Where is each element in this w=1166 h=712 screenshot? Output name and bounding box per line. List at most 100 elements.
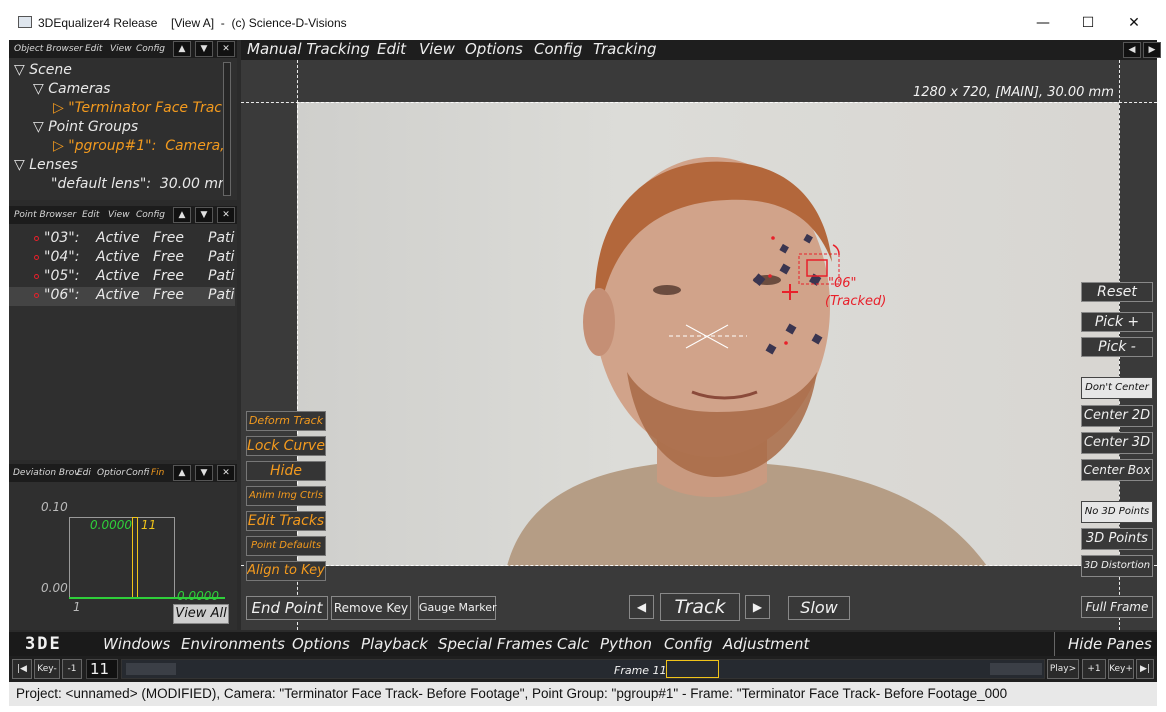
play-button[interactable]: Play> <box>1047 659 1079 679</box>
tree-node-point-groups[interactable]: ▽ Point Groups <box>33 119 138 135</box>
object-browser-scrollbar[interactable] <box>223 62 231 196</box>
menu-options-global[interactable]: Options <box>292 635 350 653</box>
point-status: Active <box>96 268 140 284</box>
track-cross-icon <box>782 284 798 300</box>
gauge-marker-button[interactable]: Gauge Marker <box>418 596 497 620</box>
deviation-menu-options[interactable]: Optior <box>97 468 125 478</box>
last-frame-button[interactable]: ▶| <box>1136 659 1154 679</box>
point-name: "06": <box>44 287 80 303</box>
track-button[interactable]: Track <box>660 593 740 621</box>
app-body: Object Browser Edit View Config ▲ ▼ ✕ ▽ … <box>9 40 1161 706</box>
menu-adjustment[interactable]: Adjustment <box>723 635 809 653</box>
close-button[interactable]: ✕ <box>1111 8 1157 38</box>
point-row[interactable]: "04": Active Free Pati <box>9 249 235 268</box>
point-row[interactable]: "05": Active Free Pati <box>9 268 235 287</box>
remove-key-button[interactable]: Remove Key <box>331 596 411 620</box>
hide-panes-button[interactable]: Hide Panes <box>1068 635 1152 653</box>
point-mode: Free <box>153 287 185 303</box>
point-browser-title: Point Browser <box>14 210 77 220</box>
point-status-label: (Tracked) <box>825 294 887 309</box>
tree-node-cameras[interactable]: ▽ Cameras <box>33 81 110 97</box>
end-point-button[interactable]: End Point <box>246 596 328 620</box>
move-up-icon[interactable]: ▲ <box>173 41 191 57</box>
menu-playback[interactable]: Playback <box>361 635 428 653</box>
point-browser-panel: Point Browser Edit View Config ▲ ▼ ✕ "03… <box>9 206 237 460</box>
point-mode: Free <box>153 230 185 246</box>
deviation-y-bottom: 0.00 <box>41 581 68 595</box>
tree-node-lenses[interactable]: ▽ Lenses <box>14 157 78 173</box>
track-forward-button[interactable]: ▶ <box>745 595 770 619</box>
full-frame-button[interactable]: Full Frame <box>1081 596 1153 618</box>
frame-number-field[interactable]: 11 <box>86 659 118 679</box>
minus-one-button[interactable]: -1 <box>62 659 82 679</box>
plus-one-button[interactable]: +1 <box>1082 659 1106 679</box>
menu-special-frames[interactable]: Special Frames <box>438 635 552 653</box>
center-crosshair-icon <box>669 324 747 349</box>
close-pane-icon[interactable]: ✕ <box>217 465 235 481</box>
move-down-icon[interactable]: ▼ <box>195 207 213 223</box>
dont-center-button[interactable]: Don't Center <box>1081 377 1153 399</box>
timeline-current-frame-marker <box>666 660 719 678</box>
tree-item-pgroup[interactable]: ▷ "pgroup#1": Camera, <box>53 138 223 154</box>
point-browser-header: Point Browser Edit View Config ▲ ▼ ✕ <box>9 206 237 224</box>
deform-track-button[interactable]: Deform Track <box>246 411 326 431</box>
point-browser-menu-config[interactable]: Config <box>136 210 165 220</box>
deviation-menu-edit[interactable]: Edi <box>77 468 91 478</box>
key-prev-button[interactable]: Key- <box>34 659 60 679</box>
viewport-area: Manual Tracking Edit View Options Config… <box>241 40 1161 630</box>
anim-img-ctrls-button[interactable]: Anim Img Ctrls <box>246 486 326 506</box>
object-browser-menu-view[interactable]: View <box>110 44 132 54</box>
move-down-icon[interactable]: ▼ <box>195 41 213 57</box>
pick-plus-button[interactable]: Pick + <box>1081 312 1153 332</box>
reset-button[interactable]: Reset <box>1081 282 1153 302</box>
point-row[interactable]: "03": Active Free Pati <box>9 230 235 249</box>
object-browser-menu-edit[interactable]: Edit <box>85 44 102 54</box>
hide-button[interactable]: Hide <box>246 461 326 481</box>
key-next-button[interactable]: Key+ <box>1108 659 1134 679</box>
lock-curve-button[interactable]: Lock Curve <box>246 436 326 456</box>
center-3d-button[interactable]: Center 3D <box>1081 432 1153 454</box>
menu-calc[interactable]: Calc <box>557 635 589 653</box>
menu-windows[interactable]: Windows <box>103 635 170 653</box>
edit-tracks-button[interactable]: Edit Tracks <box>246 511 326 531</box>
move-up-icon[interactable]: ▲ <box>173 207 191 223</box>
align-to-key-button[interactable]: Align to Key <box>246 561 326 581</box>
tree-item-lens[interactable]: "default lens": 30.00 mm, <box>51 176 223 192</box>
point-list: "03": Active Free Pati "04": Active Free… <box>9 228 237 318</box>
slow-button[interactable]: Slow <box>788 596 850 620</box>
point-extra: Pati <box>208 268 235 284</box>
point-browser-menu-view[interactable]: View <box>108 210 130 220</box>
frame-guide-bottom <box>241 565 1157 566</box>
center-2d-button[interactable]: Center 2D <box>1081 405 1153 427</box>
pick-minus-button[interactable]: Pick - <box>1081 337 1153 357</box>
menu-config-global[interactable]: Config <box>664 635 712 653</box>
point-browser-menu-edit[interactable]: Edit <box>82 210 99 220</box>
point-marker-icon <box>34 293 39 298</box>
menu-python[interactable]: Python <box>600 635 652 653</box>
point-defaults-button[interactable]: Point Defaults <box>246 536 326 556</box>
view-all-button[interactable]: View All <box>173 604 229 624</box>
deviation-menu-config[interactable]: Confi <box>126 468 149 478</box>
move-up-icon[interactable]: ▲ <box>173 465 191 481</box>
track-backward-button[interactable]: ◀ <box>629 595 654 619</box>
minimize-button[interactable]: — <box>1020 8 1066 38</box>
3d-distortion-button[interactable]: 3D Distortion <box>1081 555 1153 577</box>
deviation-menu-find[interactable]: Fin <box>151 468 164 478</box>
timeline-scrubber[interactable]: Frame 11 <box>121 659 1045 679</box>
deviation-x-start: 1 <box>73 600 81 614</box>
point-extra: Pati <box>208 230 235 246</box>
close-pane-icon[interactable]: ✕ <box>217 41 235 57</box>
object-browser-menu-config[interactable]: Config <box>136 44 165 54</box>
close-pane-icon[interactable]: ✕ <box>217 207 235 223</box>
menu-environments[interactable]: Environments <box>181 635 285 653</box>
tree-item-camera[interactable]: ▷ "Terminator Face Trac <box>53 100 222 116</box>
center-box-button[interactable]: Center Box <box>1081 459 1153 481</box>
3d-points-button[interactable]: 3D Points <box>1081 528 1153 550</box>
no-3d-points-button[interactable]: No 3D Points <box>1081 501 1153 523</box>
move-down-icon[interactable]: ▼ <box>195 465 213 481</box>
timeline-frame-label: Frame 11 <box>614 664 667 677</box>
point-row-selected[interactable]: "06": Active Free Pati <box>9 287 235 306</box>
maximize-button[interactable]: ☐ <box>1065 8 1111 38</box>
tree-node-scene[interactable]: ▽ Scene <box>14 62 72 78</box>
first-frame-button[interactable]: |◀ <box>12 659 32 679</box>
